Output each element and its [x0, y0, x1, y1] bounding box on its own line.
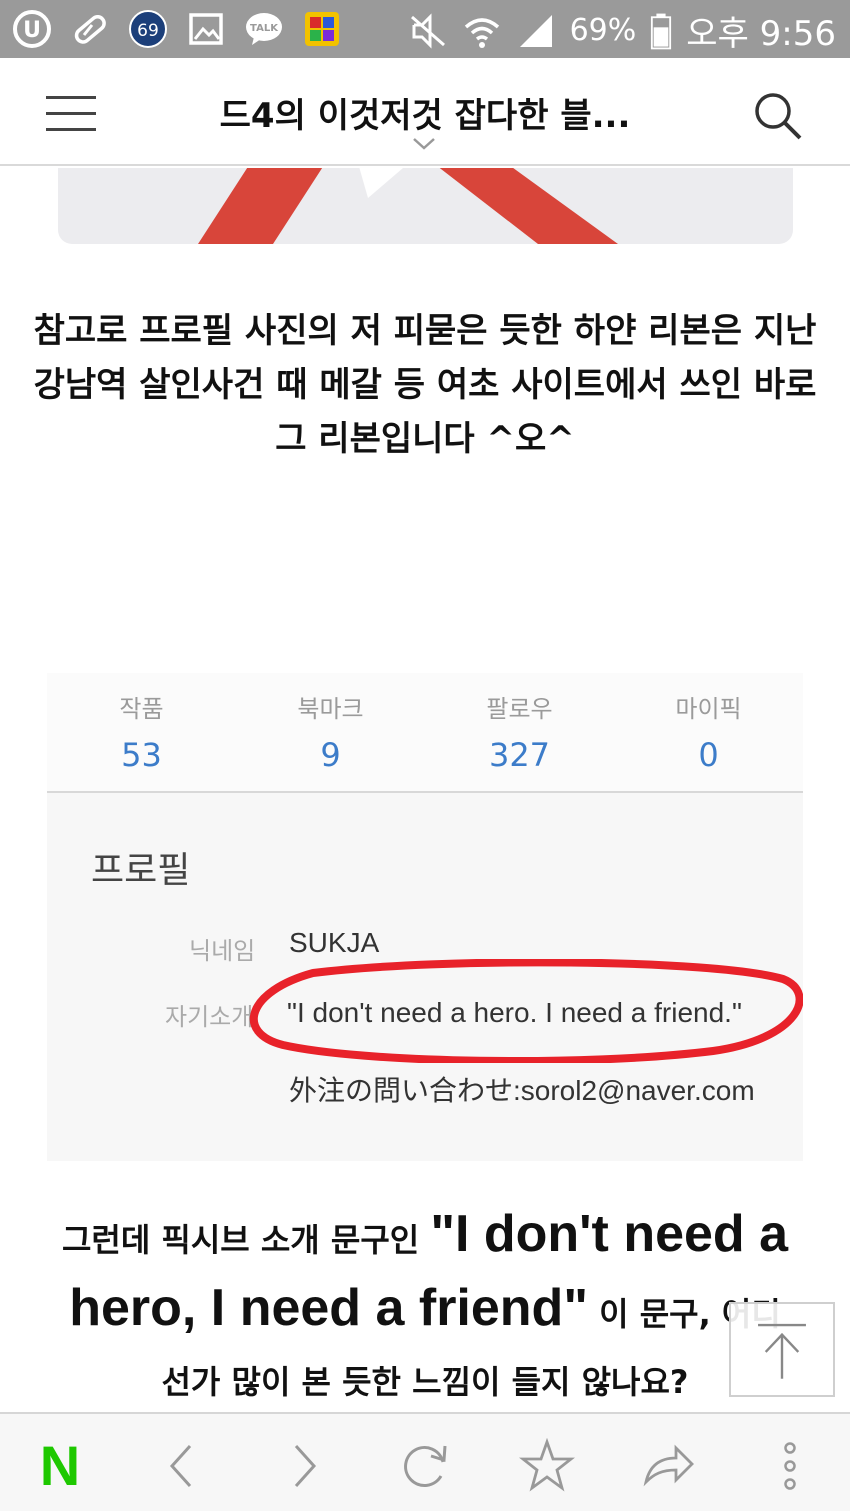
arrow-up-icon	[758, 1323, 806, 1379]
wifi-icon	[464, 17, 499, 48]
notification-badge-icon: 69	[126, 8, 170, 50]
stat-label: 작품	[119, 695, 164, 723]
stat-value: 53	[121, 736, 162, 774]
post-content: 참고로 프로필 사진의 저 피묻은 듯한 하얀 리본은 지난 강남역 살인사건 …	[0, 168, 850, 1412]
intro-label: 자기소개	[165, 1003, 254, 1031]
naver-logo: N	[39, 1434, 81, 1497]
stat-value: 327	[488, 736, 551, 774]
ribbon-image	[58, 168, 793, 244]
forward-button[interactable]	[274, 1436, 334, 1496]
profile-heading: 프로필	[91, 850, 191, 891]
stat-value: 9	[320, 736, 341, 774]
status-bar: U 69 TALK 69% 오후 9:56	[0, 0, 850, 58]
paragraph-ribbon-note: 참고로 프로필 사진의 저 피묻은 듯한 하얀 리본은 지난 강남역 살인사건 …	[33, 311, 817, 459]
contact-value: 外注の問い合わせ:sorol2@naver.com	[289, 1075, 755, 1106]
naver-home-button[interactable]: N	[30, 1436, 90, 1496]
paragraph2-part1: 그런데 픽시브 소개 문구인	[61, 1221, 431, 1259]
gallery-icon	[184, 8, 228, 50]
stat-bookmarks: 북마크 9	[236, 673, 425, 791]
scroll-to-top-button[interactable]	[729, 1302, 835, 1397]
svg-text:U: U	[23, 18, 41, 43]
talk-label: TALK	[250, 23, 279, 34]
battery-icon	[651, 13, 672, 49]
signal-icon	[519, 14, 552, 47]
kakaotalk-icon: TALK	[242, 8, 286, 50]
star-icon	[519, 1438, 575, 1492]
back-button[interactable]	[152, 1436, 212, 1496]
clock: 오후 9:56	[686, 14, 836, 54]
pill-icon	[68, 8, 112, 50]
highlight-circle	[249, 959, 803, 1063]
stat-following: 팔로우 327	[425, 673, 614, 791]
app-header: 드4의 이것저것 잡다한 블...	[0, 58, 850, 166]
refresh-button[interactable]	[395, 1436, 455, 1496]
browser-toolbar: N	[0, 1412, 850, 1511]
notification-badge-count: 69	[137, 21, 159, 41]
stat-works: 작품 53	[47, 673, 236, 791]
stat-label: 마이픽	[675, 695, 742, 723]
more-options-button[interactable]	[760, 1436, 820, 1496]
share-arrow-icon	[643, 1444, 694, 1487]
pixiv-profile-screenshot: 작품 53 북마크 9 팔로우 327 마이픽 0 프로필 닉네임 SUKJA …	[47, 673, 803, 1161]
app-notification-icon	[300, 8, 344, 50]
chevron-down-icon[interactable]	[411, 136, 437, 152]
share-button[interactable]	[638, 1436, 698, 1496]
blog-title[interactable]: 드4의 이것저것 잡다한 블...	[150, 88, 700, 137]
stat-label: 팔로우	[486, 695, 553, 723]
mute-icon	[410, 12, 445, 49]
uplus-icon: U	[10, 8, 54, 50]
battery-percent: 69%	[569, 13, 637, 48]
stat-value: 0	[698, 736, 719, 774]
stat-label: 북마크	[297, 695, 364, 723]
bookmark-button[interactable]	[517, 1436, 577, 1496]
status-notifications: U 69 TALK	[10, 8, 344, 50]
stat-mypick: 마이픽 0	[614, 673, 803, 791]
paragraph-quote-note: 그런데 픽시브 소개 문구인 "I don't need a hero, I n…	[30, 1203, 820, 1412]
search-icon[interactable]	[752, 90, 804, 142]
profile-stats: 작품 53 북마크 9 팔로우 327 마이픽 0	[47, 673, 803, 793]
more-vertical-icon	[784, 1442, 796, 1490]
paragraph2-line3: 선가 많이 본 듯한 느낌이 들지 않나요?	[161, 1363, 689, 1401]
refresh-icon	[404, 1445, 447, 1487]
chevron-left-icon	[169, 1444, 192, 1488]
chevron-right-icon	[294, 1444, 317, 1488]
menu-icon[interactable]	[46, 96, 96, 132]
status-indicators: 69% 오후 9:56	[408, 6, 836, 55]
nickname-value: SUKJA	[289, 927, 380, 958]
